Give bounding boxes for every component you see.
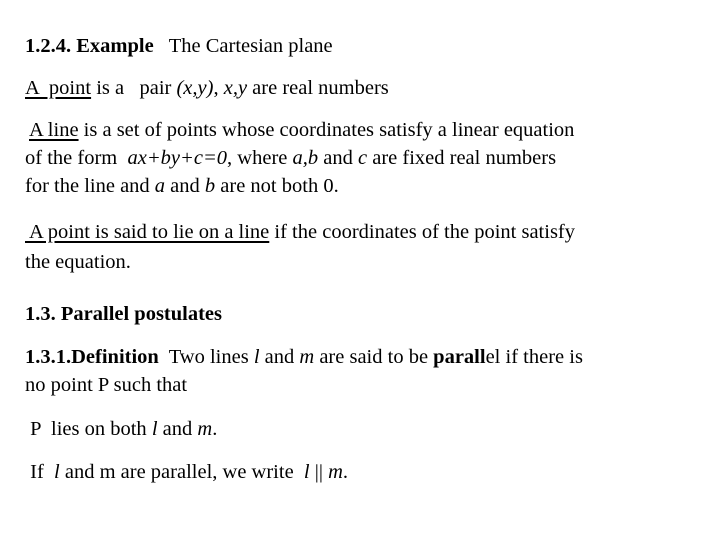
text: . bbox=[212, 418, 218, 440]
text: and bbox=[259, 346, 300, 368]
equation: ax+by+c=0 bbox=[127, 147, 228, 169]
example-number-title: 1.2.4. Example bbox=[25, 35, 154, 57]
pair-notation: (x,y) bbox=[176, 77, 214, 99]
line-definition-1: A line is a set of points whose coordina… bbox=[25, 118, 574, 142]
text: if there is bbox=[500, 346, 583, 368]
var-b: b bbox=[204, 175, 216, 197]
parallel-definition-1: 1.3.1.Definition Two lines l and m are s… bbox=[25, 345, 583, 369]
text: if the coordinates of the point satisfy bbox=[269, 221, 575, 243]
parallel-postulates-heading: 1.3. Parallel postulates bbox=[25, 303, 223, 325]
text: of the form bbox=[25, 147, 128, 169]
example-heading: 1.2.4. Example The Cartesian plane bbox=[25, 34, 333, 58]
var-m: m bbox=[197, 418, 213, 440]
var-m: m bbox=[328, 461, 343, 483]
text: are not both 0. bbox=[215, 175, 339, 197]
text: and bbox=[157, 418, 198, 440]
line-definition-2: of the form ax+by+c=0, where a,b and c a… bbox=[25, 146, 556, 170]
notation-line: If l and m are parallel, we write l || m… bbox=[25, 460, 348, 484]
var-c: c bbox=[358, 147, 368, 169]
text: . bbox=[342, 461, 349, 483]
text: the equation. bbox=[25, 251, 131, 273]
var-a: a bbox=[154, 175, 166, 197]
point-term: A point bbox=[25, 77, 92, 99]
lie-on-definition-2: the equation. bbox=[25, 250, 131, 274]
point-text: is a pair bbox=[91, 77, 177, 99]
text: are said to be bbox=[314, 346, 434, 368]
point-text-end: are real numbers bbox=[247, 77, 389, 99]
text: and m are parallel, we write bbox=[59, 461, 304, 483]
vars: x,y bbox=[223, 77, 248, 99]
parallel-definition-2: no point P such that bbox=[25, 373, 187, 397]
parallel-symbol: || bbox=[309, 461, 329, 483]
lie-on-definition-1: A point is said to lie on a line if the … bbox=[25, 220, 575, 244]
text: , where bbox=[227, 147, 293, 169]
text: Two lines bbox=[158, 346, 254, 368]
line-text: is a set of points whose coordinates sat… bbox=[78, 119, 575, 141]
text: and bbox=[318, 147, 358, 169]
line-term: A line bbox=[29, 119, 79, 141]
text: for the line and bbox=[25, 175, 155, 197]
line-definition-3: for the line and a and b are not both 0. bbox=[25, 174, 339, 198]
lie-on-term: A point is said to lie on a line bbox=[25, 221, 270, 243]
definition-label: 1.3.1.Definition bbox=[25, 346, 159, 368]
var-ab: a,b bbox=[292, 147, 319, 169]
text: el bbox=[485, 346, 501, 368]
sep: , bbox=[213, 77, 224, 99]
text: no point P such that bbox=[25, 374, 188, 396]
text: and bbox=[165, 175, 205, 197]
var-m: m bbox=[299, 346, 315, 368]
parallel-term: parall bbox=[433, 346, 486, 368]
point-definition: A point is a pair (x,y), x,y are real nu… bbox=[25, 76, 389, 100]
text: are fixed real numbers bbox=[367, 147, 557, 169]
p-lies-line: P lies on both l and m. bbox=[25, 417, 217, 441]
example-subtitle: The Cartesian plane bbox=[168, 35, 333, 57]
text: P lies on both bbox=[25, 418, 152, 440]
text: If bbox=[25, 461, 55, 483]
